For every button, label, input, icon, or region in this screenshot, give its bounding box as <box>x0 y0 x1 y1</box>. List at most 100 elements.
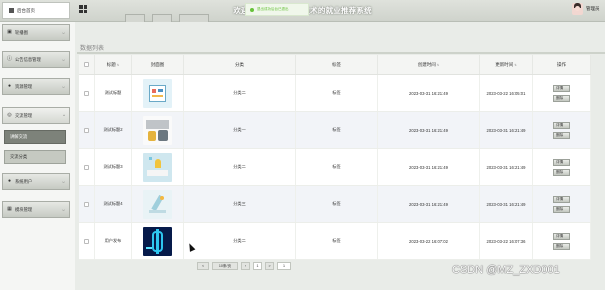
cell-created: 2023-03-31 16:21:49 <box>378 112 480 148</box>
cell-title: 用户发布 <box>95 223 132 259</box>
pin-icon: ● <box>7 83 12 89</box>
chevron-down-icon: ⌵ <box>61 57 65 62</box>
cell-tag: 标签 <box>296 186 378 222</box>
cell-created: 2023-03-31 16:21:49 <box>378 75 480 111</box>
avatar[interactable] <box>572 3 583 15</box>
cell-category: 分类二 <box>184 149 296 185</box>
sidebar-item-carousel[interactable]: ▣ 轮播图 ⌵ <box>2 24 70 41</box>
row-checkbox[interactable] <box>84 90 89 96</box>
page-size-select[interactable]: 10条/页 <box>212 262 238 270</box>
thumb-book-icon[interactable] <box>143 152 172 182</box>
chevron-up-icon: ^ <box>63 113 65 118</box>
chevron-down-icon: ⌵ <box>61 84 65 89</box>
column-header-title[interactable]: 标题 ⇅ <box>95 55 132 74</box>
goto-page-input[interactable]: 1 <box>277 262 291 270</box>
view-button[interactable]: 详情 <box>553 232 570 240</box>
cell-tag: 标签 <box>296 223 378 259</box>
delete-button[interactable]: 删除 <box>553 205 570 213</box>
table-row: 用户发布 分类二 标签 2023-03-22 16:07:02 2023-03-… <box>79 223 591 260</box>
delete-button[interactable]: 删除 <box>553 168 570 176</box>
main-content: 数据列表 标题 ⇅ 封面图 分类 标签 创建时间 ⇅ 更新时间 ⇅ 操作 测试标题 分… <box>77 22 605 290</box>
delete-button[interactable]: 删除 <box>553 131 570 139</box>
row-checkbox[interactable] <box>84 201 89 207</box>
sort-icon[interactable]: ⇅ <box>437 63 440 67</box>
chevron-down-icon: ⌵ <box>61 179 65 184</box>
chevron-down-icon: ⌵ <box>61 207 65 212</box>
sidebar-item-system-users[interactable]: ● 系统用户 ⌵ <box>2 173 70 190</box>
table-row: 测试标题3 分类二 标签 2023-03-31 16:21:49 2023-03… <box>79 149 591 186</box>
table-row: 测试标题 分类二 标签 2023-03-31 16:21:49 2023-03-… <box>79 75 591 112</box>
cell-title: 测试标题 <box>95 75 132 111</box>
watermark: CSDN @MZ_ZXD001 <box>452 264 560 276</box>
sort-icon[interactable]: ⇅ <box>514 63 517 67</box>
view-button[interactable]: 详情 <box>553 195 570 203</box>
thumb-document-icon[interactable] <box>143 78 172 108</box>
sidebar-subitem-exchange-category[interactable]: 交流分类 <box>4 150 66 164</box>
prev-page-button[interactable]: < <box>197 262 209 270</box>
delete-button[interactable]: 删除 <box>553 242 570 250</box>
cell-created: 2023-03-22 16:07:02 <box>378 223 480 259</box>
user-menu[interactable]: 管理员 <box>572 3 600 15</box>
cell-category: 分类一 <box>184 112 296 148</box>
column-header-cover: 封面图 <box>132 55 184 74</box>
thumb-workspace-icon[interactable] <box>143 115 172 145</box>
cell-created: 2023-03-31 16:21:49 <box>378 186 480 222</box>
cell-title: 测试标题4 <box>95 186 132 222</box>
prev-icon[interactable]: ‹ <box>241 262 250 270</box>
row-checkbox[interactable] <box>84 164 89 170</box>
thumb-dollar-icon[interactable] <box>143 226 172 256</box>
column-header-actions: 操作 <box>533 55 591 74</box>
column-header-updated[interactable]: 更新时间 ⇅ <box>480 55 533 74</box>
sidebar-item-resources[interactable]: ● 资源管理 ⌵ <box>2 78 70 95</box>
chat-icon: ◎ <box>7 112 12 118</box>
grid-icon: ▦ <box>7 206 12 212</box>
cell-title: 测试标题2 <box>95 112 132 148</box>
select-all-cell <box>79 55 95 74</box>
pagination: < 10条/页 ‹ 1 > 1 <box>197 262 291 270</box>
sidebar-subitem-label: 交流分类 <box>10 154 28 159</box>
cell-category: 分类二 <box>184 223 296 259</box>
user-icon: ● <box>7 178 12 184</box>
toast-text: 退出成功后台已退出 <box>257 7 289 11</box>
row-checkbox[interactable] <box>84 238 89 244</box>
sidebar-item-label: 系统用户 <box>15 178 33 184</box>
top-bar: 后台首页 欢迎使用基于大数据技术的就业推荐系统 退出成功后台已退出 管理员 <box>0 0 605 22</box>
cell-category: 分类二 <box>184 75 296 111</box>
cell-tag: 标签 <box>296 149 378 185</box>
cell-tag: 标签 <box>296 112 378 148</box>
sidebar-item-label: 公告信息管理 <box>15 56 41 62</box>
sidebar-item-label: 交流管理 <box>15 112 33 118</box>
cell-updated: 2023-03-31 16:21:49 <box>480 186 533 222</box>
select-all-checkbox[interactable] <box>84 62 89 67</box>
sidebar-item-notice[interactable]: ⓘ 公告信息管理 ⌵ <box>2 51 70 68</box>
sidebar-subitem-exchange[interactable]: 讲解交流 <box>4 130 66 144</box>
cell-updated: 2023-03-31 16:21:49 <box>480 149 533 185</box>
view-button[interactable]: 详情 <box>553 84 570 92</box>
success-icon <box>250 7 254 12</box>
cell-category: 分类三 <box>184 186 296 222</box>
cell-created: 2023-03-31 16:21:49 <box>378 149 480 185</box>
sidebar-item-exchange[interactable]: ◎ 交流管理 ^ <box>2 107 70 124</box>
next-page-button[interactable]: > <box>265 262 274 270</box>
page-number-current[interactable]: 1 <box>253 262 262 270</box>
sort-icon[interactable]: ⇅ <box>117 63 120 67</box>
table-header: 标题 ⇅ 封面图 分类 标签 创建时间 ⇅ 更新时间 ⇅ 操作 <box>79 55 591 75</box>
divider <box>77 52 605 54</box>
user-name: 管理员 <box>586 6 600 11</box>
cell-title: 测试标题3 <box>95 149 132 185</box>
sidebar-item-modules[interactable]: ▦ 模块管理 ⌵ <box>2 201 70 218</box>
data-table: 标题 ⇅ 封面图 分类 标签 创建时间 ⇅ 更新时间 ⇅ 操作 测试标题 分类二 标签… <box>79 55 591 260</box>
table-row: 测试标题2 分类一 标签 2023-03-31 16:21:49 2023-03… <box>79 112 591 149</box>
image-icon: ▣ <box>7 29 12 35</box>
view-button[interactable]: 详情 <box>553 158 570 166</box>
thumb-lamp-icon[interactable] <box>143 189 172 219</box>
row-checkbox[interactable] <box>84 127 89 133</box>
column-header-tag: 标签 <box>296 55 378 74</box>
toast-message: 退出成功后台已退出 <box>245 3 309 16</box>
delete-button[interactable]: 删除 <box>553 94 570 102</box>
sidebar-subitem-label: 讲解交流 <box>10 134 28 139</box>
sidebar: ▣ 轮播图 ⌵ ⓘ 公告信息管理 ⌵ ● 资源管理 ⌵ ◎ 交流管理 ^ 讲解交… <box>0 22 75 290</box>
sidebar-item-label: 模块管理 <box>15 206 33 212</box>
column-header-created[interactable]: 创建时间 ⇅ <box>378 55 480 74</box>
view-button[interactable]: 详情 <box>553 121 570 129</box>
